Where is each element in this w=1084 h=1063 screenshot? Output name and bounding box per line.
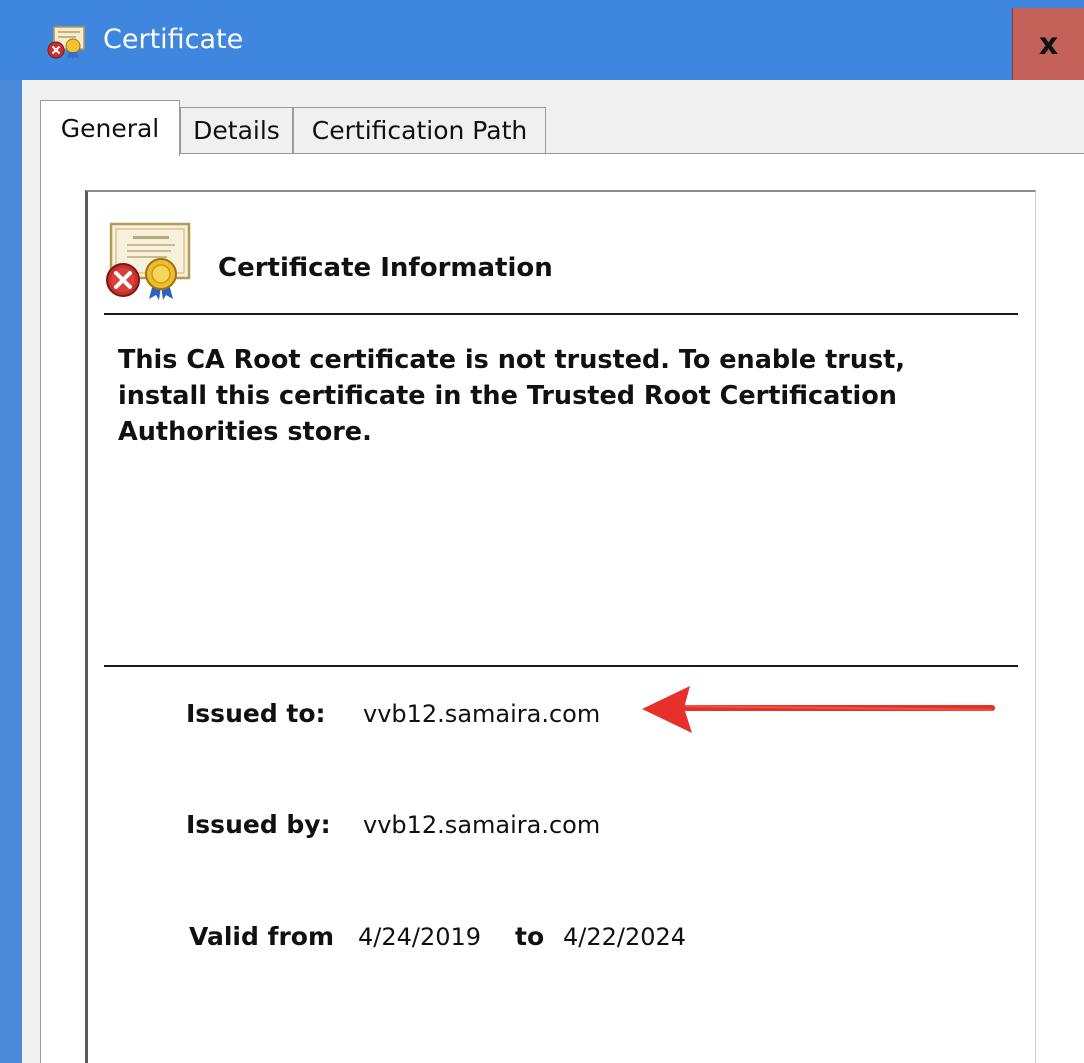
close-button[interactable]: x <box>1012 8 1084 80</box>
title-bar[interactable]: Certificate x <box>0 0 1084 80</box>
tab-details[interactable]: Details <box>180 107 293 154</box>
issued-to-value: vvb12.samaira.com <box>363 700 601 728</box>
valid-to-value: 4/22/2024 <box>563 923 687 951</box>
top-divider <box>104 313 1018 315</box>
certificate-error-icon <box>106 222 191 300</box>
bottom-divider <box>104 665 1018 667</box>
certificate-window: Certificate x General Details Certificat… <box>0 0 1084 1063</box>
window-title: Certificate <box>103 24 244 55</box>
certificate-error-icon <box>47 26 85 59</box>
issued-by-label: Issued by: <box>186 810 331 839</box>
tab-certification-path[interactable]: Certification Path <box>293 107 546 154</box>
valid-from-label: Valid from <box>189 922 335 951</box>
issued-to-label: Issued to: <box>186 699 326 728</box>
red-arrow-annotation <box>642 686 995 733</box>
tab-general[interactable]: General <box>40 100 180 156</box>
valid-to-label: to <box>515 922 545 951</box>
certificate-information-heading: Certificate Information <box>218 253 553 283</box>
valid-from-value: 4/24/2019 <box>358 923 482 951</box>
trust-warning-text: This CA Root certificate is not trusted.… <box>118 345 906 447</box>
issued-by-value: vvb12.samaira.com <box>363 811 601 839</box>
